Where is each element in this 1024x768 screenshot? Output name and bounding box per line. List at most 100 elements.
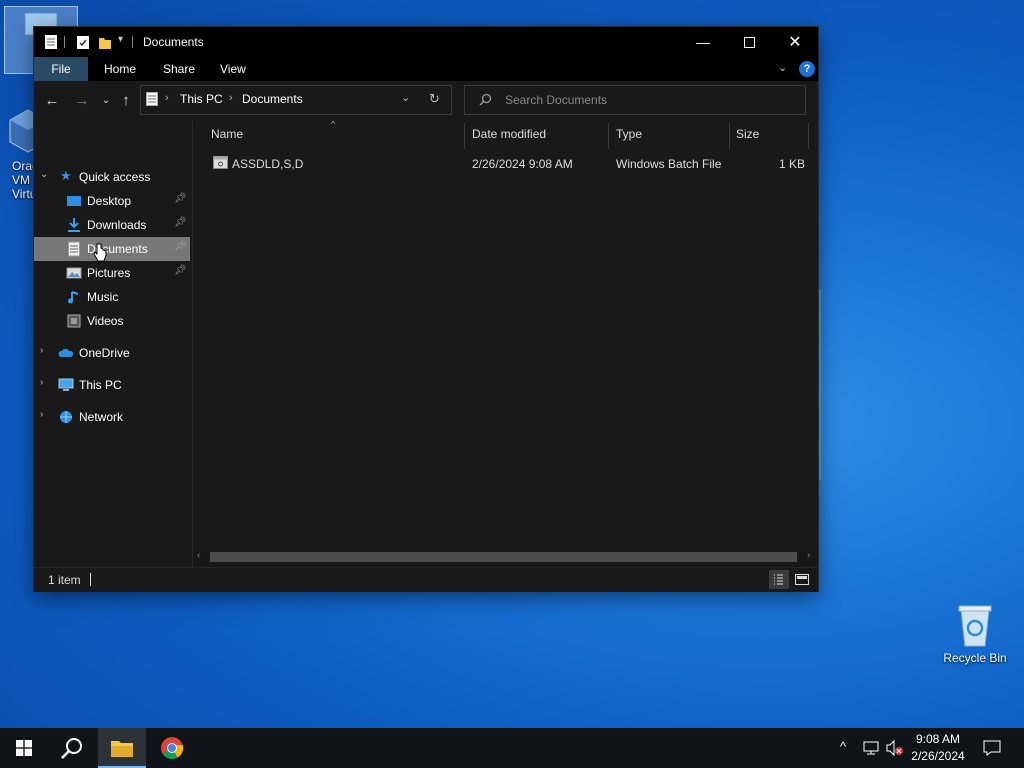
title-bar[interactable]: ▾ Documents — ✕ bbox=[34, 27, 818, 57]
network-tray-icon[interactable] bbox=[863, 741, 879, 755]
navigation-pane: ⌄ ★ Quick access Desktop 📌︎ Downloads 📌︎… bbox=[34, 121, 192, 567]
nav-quick-access[interactable]: ⌄ ★ Quick access bbox=[34, 165, 190, 189]
new-folder-icon[interactable] bbox=[98, 34, 112, 50]
separator bbox=[90, 573, 91, 586]
show-hidden-icons-button[interactable]: ^ bbox=[840, 739, 846, 754]
refresh-icon[interactable]: ↻ bbox=[429, 91, 440, 107]
horizontal-scrollbar[interactable]: ‹ › bbox=[193, 549, 818, 565]
tab-file[interactable]: File bbox=[34, 57, 88, 81]
chevron-down-icon[interactable]: ⌄ bbox=[40, 169, 48, 180]
close-icon: ✕ bbox=[788, 34, 802, 51]
network-icon bbox=[60, 411, 72, 423]
nav-item-label: Downloads bbox=[87, 218, 147, 232]
pin-icon[interactable]: 📌︎ bbox=[174, 193, 187, 204]
search-button[interactable] bbox=[48, 728, 96, 768]
chevron-right-icon[interactable]: › bbox=[40, 345, 43, 356]
search-icon bbox=[479, 93, 492, 106]
file-explorer-window: ▾ Documents — ✕ File Home Share View ⌄ ?… bbox=[34, 27, 818, 592]
nav-item-label: OneDrive bbox=[79, 346, 130, 360]
close-button[interactable]: ✕ bbox=[772, 27, 818, 57]
taskbar: ^ 9:08 AM 2/26/2024 bbox=[0, 728, 1024, 768]
onedrive-icon bbox=[58, 348, 74, 357]
desktop-icon bbox=[67, 196, 81, 206]
tab-home[interactable]: Home bbox=[104, 57, 136, 81]
pictures-icon bbox=[66, 267, 82, 279]
clock-time: 9:08 AM bbox=[915, 732, 961, 746]
search-box[interactable]: Search Documents bbox=[464, 85, 806, 115]
nav-item-desktop[interactable]: Desktop 📌︎ bbox=[34, 189, 190, 213]
back-button[interactable]: ← bbox=[42, 91, 62, 111]
breadcrumb-separator: › bbox=[165, 92, 169, 104]
scrollbar-thumb[interactable] bbox=[210, 552, 797, 562]
breadcrumb-separator: › bbox=[229, 92, 233, 104]
taskbar-file-explorer[interactable] bbox=[98, 728, 146, 768]
taskbar-chrome[interactable] bbox=[148, 728, 196, 768]
scroll-right-icon[interactable]: › bbox=[807, 550, 810, 561]
item-count: 1 item bbox=[48, 573, 81, 587]
file-type: Windows Batch File bbox=[616, 157, 722, 171]
nav-item-label: Videos bbox=[87, 314, 124, 328]
clock[interactable]: 9:08 AM 2/26/2024 bbox=[900, 731, 976, 765]
large-icons-view-icon bbox=[795, 574, 809, 585]
windows-logo-icon bbox=[16, 740, 32, 756]
tab-view[interactable]: View bbox=[220, 57, 246, 81]
nav-item-documents[interactable]: Documents 📌︎ bbox=[34, 237, 190, 261]
nav-item-label: This PC bbox=[79, 378, 122, 392]
breadcrumb-this-pc[interactable]: This PC bbox=[180, 92, 223, 106]
folder-icon bbox=[111, 741, 133, 757]
minimize-icon: — bbox=[696, 34, 710, 50]
pin-icon[interactable]: 📌︎ bbox=[174, 241, 187, 252]
recent-locations-button[interactable]: ⌄ bbox=[96, 91, 116, 111]
table-row[interactable]: ASSDLD,S,D 2/26/2024 9:08 AM Windows Bat… bbox=[193, 121, 818, 181]
minimize-button[interactable]: — bbox=[680, 27, 726, 57]
navigation-bar: ← → ⌄ ↑ › This PC › Documents ⌄ ↻ Search… bbox=[34, 81, 818, 121]
quick-access-dropdown-icon[interactable]: ▾ bbox=[118, 34, 123, 45]
nav-item-onedrive[interactable]: › OneDrive bbox=[34, 341, 190, 365]
help-button[interactable]: ? bbox=[799, 61, 815, 77]
start-button[interactable] bbox=[0, 728, 48, 768]
nav-item-this-pc[interactable]: › This PC bbox=[34, 373, 190, 397]
recycle-bin-icon bbox=[958, 605, 992, 647]
notifications-icon[interactable] bbox=[983, 740, 1001, 756]
search-input[interactable]: Search Documents bbox=[505, 93, 607, 107]
nav-item-pictures[interactable]: Pictures 📌︎ bbox=[34, 261, 190, 285]
file-name: ASSDLD,S,D bbox=[232, 157, 304, 171]
file-size: 1 KB bbox=[779, 157, 806, 171]
up-button[interactable]: ↑ bbox=[116, 91, 136, 111]
large-icons-view-button[interactable] bbox=[792, 570, 812, 589]
pin-icon[interactable]: 📌︎ bbox=[174, 217, 187, 228]
chevron-right-icon[interactable]: › bbox=[40, 377, 43, 388]
nav-item-label: Network bbox=[79, 410, 124, 424]
address-dropdown-icon[interactable]: ⌄ bbox=[401, 91, 410, 104]
breadcrumb-documents[interactable]: Documents bbox=[242, 92, 303, 106]
scroll-left-icon[interactable]: ‹ bbox=[197, 550, 200, 561]
properties-icon[interactable] bbox=[76, 34, 90, 50]
star-icon: ★ bbox=[60, 168, 72, 183]
this-pc-icon bbox=[58, 378, 74, 391]
pin-icon[interactable]: 📌︎ bbox=[174, 265, 187, 276]
window-edge-highlight bbox=[818, 290, 821, 480]
address-bar[interactable]: › This PC › Documents ⌄ ↻ bbox=[140, 85, 452, 115]
file-date-modified: 2/26/2024 9:08 AM bbox=[472, 157, 573, 171]
nav-item-network[interactable]: › Network bbox=[34, 405, 190, 429]
nav-item-music[interactable]: Music bbox=[34, 285, 190, 309]
videos-icon bbox=[67, 314, 81, 328]
chevron-down-icon[interactable]: ⌄ bbox=[778, 61, 787, 74]
nav-item-downloads[interactable]: Downloads 📌︎ bbox=[34, 213, 190, 237]
ribbon-tabs: File Home Share View ⌄ ? bbox=[34, 57, 818, 81]
details-view-button[interactable] bbox=[769, 570, 789, 589]
file-list: ^ Name Date modified Type Size ASSDLD,S,… bbox=[193, 119, 818, 567]
forward-button[interactable]: → bbox=[72, 91, 92, 111]
document-icon bbox=[45, 35, 57, 49]
tab-share[interactable]: Share bbox=[163, 57, 195, 81]
maximize-icon bbox=[743, 36, 755, 48]
nav-item-label: Quick access bbox=[79, 170, 151, 184]
desktop-icon-recycle-bin[interactable]: Recycle Bin bbox=[942, 602, 1008, 665]
mouse-cursor-icon bbox=[93, 243, 107, 262]
nav-item-videos[interactable]: Videos bbox=[34, 309, 190, 333]
clock-date: 2/26/2024 bbox=[911, 749, 965, 763]
maximize-button[interactable] bbox=[726, 27, 772, 57]
nav-item-label: Pictures bbox=[87, 266, 131, 280]
separator bbox=[132, 36, 133, 48]
chevron-right-icon[interactable]: › bbox=[40, 409, 43, 420]
